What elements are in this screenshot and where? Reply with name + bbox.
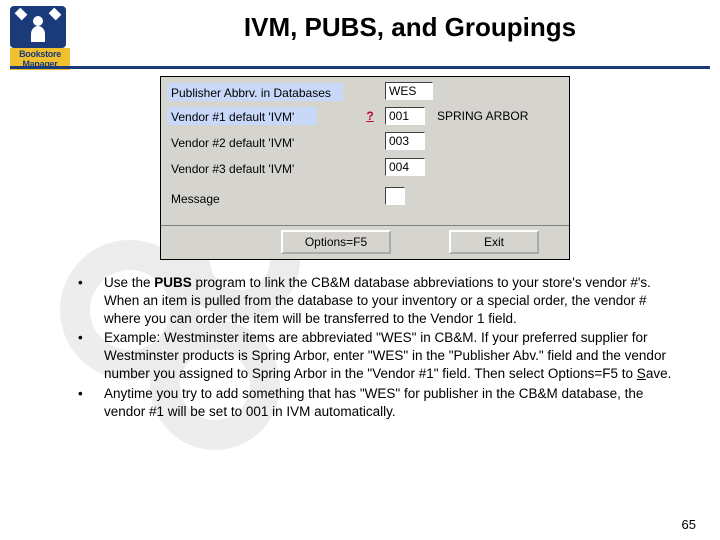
label-message: Message [171, 192, 220, 206]
bullet-dot: • [78, 385, 104, 421]
b1-text-b: PUBS [154, 275, 192, 290]
bullet-2: • Example: Westminster items are abbrevi… [78, 329, 680, 382]
input-vendor1[interactable] [385, 107, 425, 125]
label-vendor3: Vendor #3 default 'IVM' [171, 162, 294, 176]
input-vendor3[interactable] [385, 158, 425, 176]
bullet-dot: • [78, 274, 104, 327]
bullet-list: • Use the PUBS program to link the CB&M … [78, 274, 680, 423]
title-rule [10, 66, 710, 69]
page-number: 65 [682, 517, 696, 532]
b2-hotkey: S [637, 366, 646, 381]
b1-text-a: Use the [104, 275, 154, 290]
help-icon[interactable]: ? [363, 109, 377, 123]
input-message[interactable] [385, 187, 405, 205]
bullet-3: • Anytime you try to add something that … [78, 385, 680, 421]
logo-line1: Bookstore [19, 49, 61, 59]
b2-end: ave. [646, 366, 672, 381]
pubs-dialog: Publisher Abbrv. in Databases Vendor #1 … [160, 76, 570, 260]
label-vendor1: Vendor #1 default 'IVM' [171, 110, 294, 124]
b3-text: Anytime you try to add something that ha… [104, 385, 680, 421]
vendor-name: SPRING ARBOR [437, 109, 528, 123]
logo: BookstoreManager [10, 6, 70, 66]
exit-button[interactable]: Exit [449, 230, 539, 254]
b2-text: Example: Westminster items are abbreviat… [104, 330, 666, 381]
input-vendor2[interactable] [385, 132, 425, 150]
page-title: IVM, PUBS, and Groupings [120, 12, 700, 43]
label-vendor2: Vendor #2 default 'IVM' [171, 136, 294, 150]
input-publisher-abbrv[interactable] [385, 82, 433, 100]
options-button[interactable]: Options=F5 [281, 230, 391, 254]
bullet-1: • Use the PUBS program to link the CB&M … [78, 274, 680, 327]
label-publisher-abbrv: Publisher Abbrv. in Databases [171, 86, 331, 100]
bullet-dot: • [78, 329, 104, 382]
